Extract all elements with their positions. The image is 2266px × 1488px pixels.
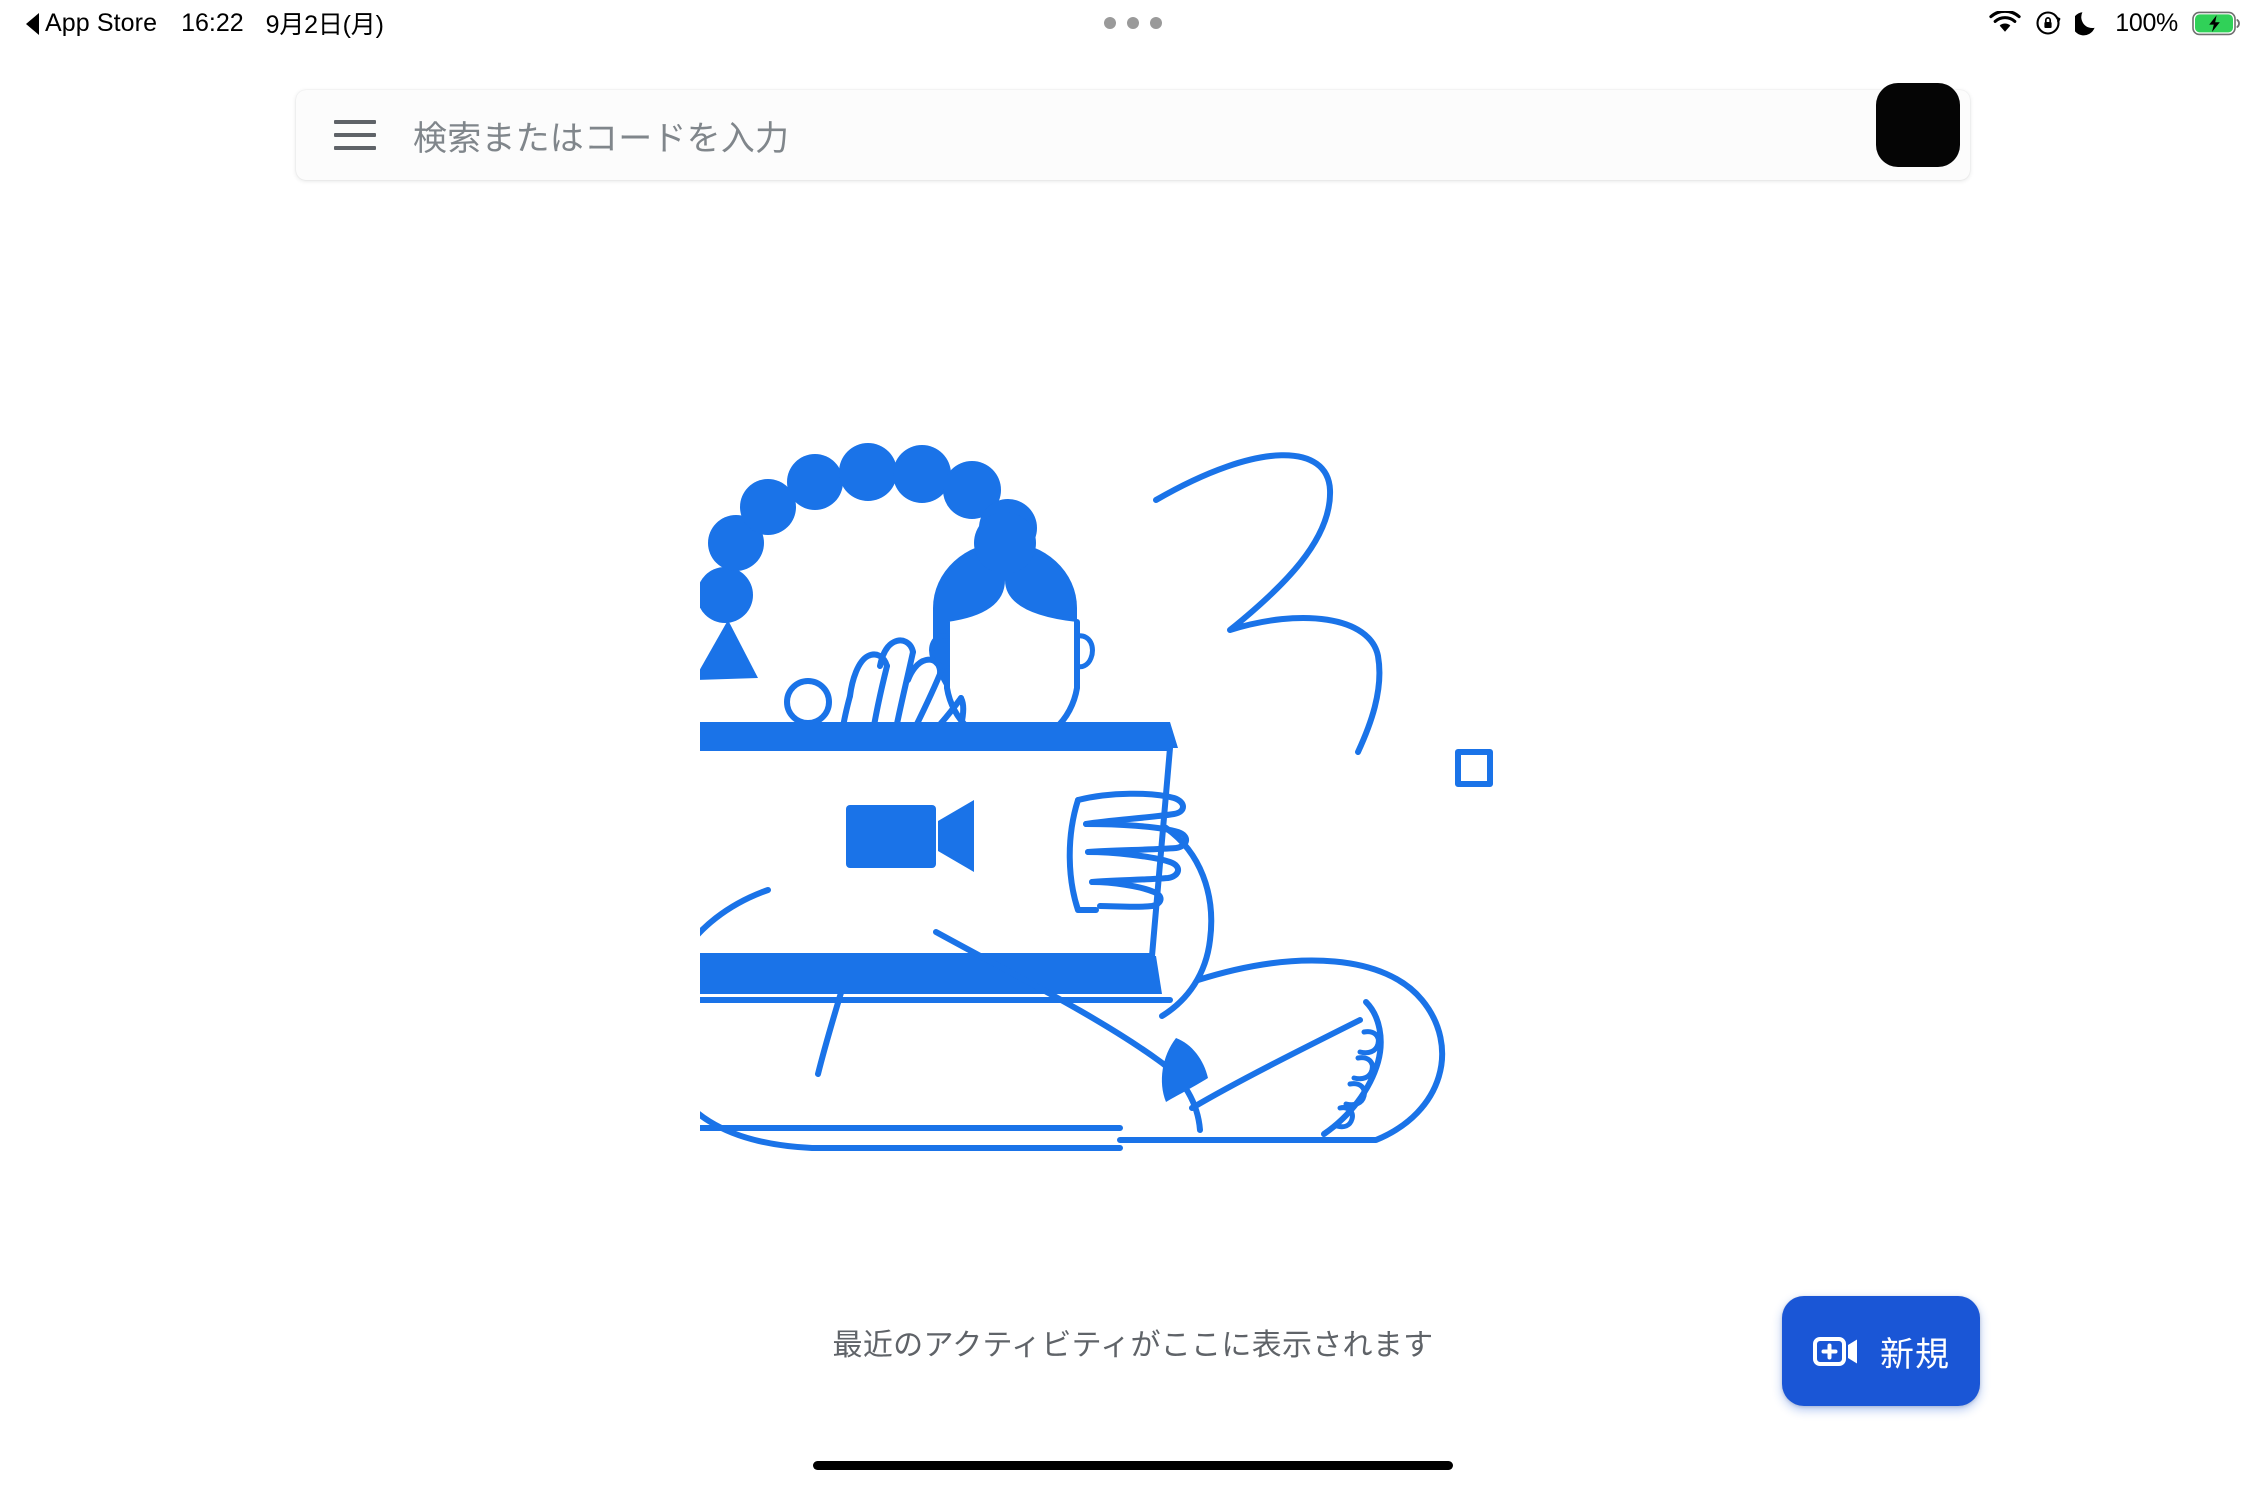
leg-left-foot (700, 1125, 1123, 1131)
leg-right (1117, 957, 1446, 1143)
new-meeting-fab[interactable]: 新規 (1782, 1296, 1980, 1406)
home-indicator-bar[interactable] (813, 1461, 1453, 1470)
decor-squiggle (1153, 452, 1383, 755)
back-triangle-icon[interactable] (26, 12, 39, 35)
multitask-handle[interactable] (1104, 17, 1162, 29)
back-to-app-label[interactable]: App Store (45, 9, 157, 38)
status-bar-left: App Store 16:22 9月2日(月) (26, 5, 384, 41)
search-input[interactable]: 検索またはコードを入力 (413, 111, 789, 160)
new-video-call-icon (1812, 1327, 1860, 1375)
right-arm (1159, 825, 1215, 1019)
status-clock: 16:22 (181, 8, 244, 37)
thigh-cross (1189, 1017, 1363, 1111)
status-date: 9月2日(月) (265, 11, 384, 39)
hamburger-line (334, 146, 376, 150)
rotation-lock-icon (2035, 10, 2061, 36)
laptop-base (700, 956, 1162, 994)
three-dots-icon-dot (1150, 17, 1162, 29)
hamburger-line (334, 133, 376, 137)
laptop-lid-top (700, 722, 1178, 748)
battery-charging-icon (2192, 11, 2240, 36)
three-dots-icon-dot (1127, 17, 1139, 29)
new-meeting-label: 新規 (1880, 1335, 1950, 1374)
decor-square (1455, 749, 1493, 787)
decor-circle (784, 678, 832, 726)
wifi-icon (1989, 11, 2021, 35)
three-dots-icon-dot (1104, 17, 1116, 29)
person-waving-at-laptop-illustration (700, 440, 1566, 1160)
moon-icon (2075, 10, 2099, 36)
status-bar: App Store 16:22 9月2日(月) 100% (0, 0, 2266, 46)
battery-percent-label: 100% (2115, 8, 2178, 37)
hair-bun (974, 512, 1036, 574)
search-bar[interactable]: 検索またはコードを入力 (296, 90, 1970, 180)
hamburger-menu-icon[interactable] (334, 120, 376, 150)
account-avatar[interactable] (1876, 83, 1960, 167)
hamburger-line (334, 120, 376, 124)
status-bar-right: 100% (1989, 9, 2240, 38)
